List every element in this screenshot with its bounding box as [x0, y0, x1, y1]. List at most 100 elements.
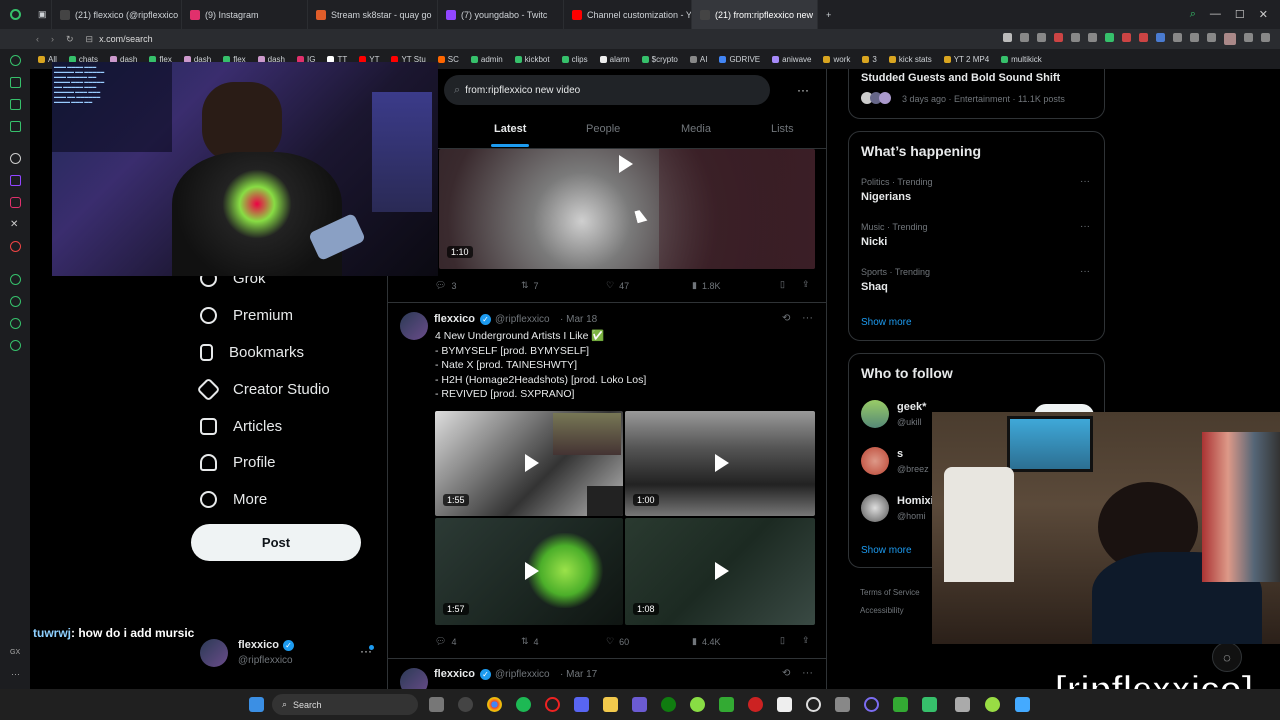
x-icon[interactable]: ✕ — [10, 219, 21, 230]
settings-icon[interactable] — [10, 340, 21, 351]
nav-bookmarks[interactable]: Bookmarks — [200, 344, 304, 361]
sidebar-app-icon[interactable] — [10, 318, 21, 329]
nav-profile[interactable]: Profile — [200, 454, 276, 471]
app-icon[interactable] — [690, 697, 705, 712]
bookmark-item[interactable]: clips — [561, 55, 588, 64]
bookmark-button[interactable]: ▯ — [780, 279, 785, 290]
avatar[interactable] — [861, 447, 889, 475]
puzzle-icon[interactable] — [1207, 33, 1216, 42]
trend-card[interactable]: Studded Guests and Bold Sound Shift 3 da… — [848, 69, 1105, 119]
more-dots-icon[interactable]: ··· — [11, 669, 20, 679]
browser-logo-icon[interactable] — [0, 0, 30, 29]
show-more-link[interactable]: Show more — [861, 317, 912, 328]
bookmark-item[interactable]: SC — [437, 55, 459, 64]
tweet-author-handle[interactable]: @ripflexxico — [495, 669, 550, 680]
trend-name[interactable]: Shaq — [861, 281, 888, 293]
app-icon[interactable] — [748, 697, 763, 712]
app-icon[interactable] — [835, 697, 850, 712]
maximize-icon[interactable]: ☐ — [1235, 8, 1245, 21]
menu-icon[interactable] — [1261, 33, 1270, 42]
like-button[interactable]: ♡ 60 — [606, 636, 629, 647]
app-icon[interactable] — [864, 697, 879, 712]
video-thumbnail[interactable]: 1:08 — [625, 518, 815, 625]
avatar[interactable] — [861, 494, 889, 522]
reply-button[interactable]: 💬︎ 4 — [435, 636, 456, 647]
bookmark-item[interactable]: kick stats — [888, 55, 932, 64]
extension-icon[interactable] — [1088, 33, 1097, 42]
follow-name[interactable]: s — [897, 448, 903, 460]
avatar[interactable] — [1224, 33, 1236, 45]
share-button[interactable]: ⇪ — [802, 635, 810, 646]
sidebar-app-icon[interactable] — [10, 99, 21, 110]
app-icon[interactable] — [719, 697, 734, 712]
avatar[interactable] — [200, 639, 228, 667]
tweet-author-handle[interactable]: @ripflexxico — [495, 314, 550, 325]
video-thumbnail[interactable]: 1:57 — [435, 518, 623, 625]
play-icon[interactable] — [525, 454, 539, 472]
play-icon[interactable] — [1071, 33, 1080, 42]
tweet-more-icon[interactable]: ··· — [802, 312, 813, 324]
bookmark-button[interactable]: ▯ — [780, 635, 785, 646]
spotify-icon[interactable] — [516, 697, 531, 712]
nav-articles[interactable]: Articles — [200, 418, 282, 435]
settings-icon[interactable] — [458, 697, 473, 712]
extension-icon[interactable] — [1156, 33, 1165, 42]
play-icon[interactable] — [619, 155, 633, 173]
trend-name[interactable]: Nigerians — [861, 191, 911, 203]
extension-icon[interactable] — [1173, 33, 1182, 42]
instagram-icon[interactable] — [10, 197, 21, 208]
zoom-icon[interactable] — [1003, 33, 1012, 42]
extension-icon[interactable] — [1122, 33, 1131, 42]
tab-3[interactable]: (7) youngdabo - Twitc — [438, 0, 564, 29]
chrome-icon[interactable] — [487, 697, 502, 712]
new-tab-button[interactable]: + — [818, 0, 838, 29]
youtube-icon[interactable] — [10, 241, 21, 252]
play-icon[interactable] — [525, 562, 539, 580]
bookmark-item[interactable]: $crypto — [641, 55, 678, 64]
nav-creator-studio[interactable]: Creator Studio — [196, 377, 330, 402]
openai-icon[interactable] — [10, 153, 21, 164]
reload-icon[interactable]: ↻ — [66, 34, 74, 45]
app-icon[interactable] — [1015, 697, 1030, 712]
minimize-icon[interactable]: — — [1210, 8, 1221, 21]
twitch-icon[interactable] — [10, 175, 21, 186]
gx-icon[interactable]: GX — [10, 649, 20, 656]
tab-1[interactable]: (9) Instagram — [182, 0, 308, 29]
tab-manager-icon[interactable]: ▣ — [30, 0, 52, 29]
extension-icon[interactable] — [1139, 33, 1148, 42]
download-icon[interactable] — [1244, 33, 1253, 42]
back-icon[interactable]: ‹ — [36, 34, 39, 44]
close-icon[interactable]: ✕ — [1259, 8, 1268, 21]
tweet-date[interactable]: · Mar 17 — [560, 669, 597, 680]
bookmark-item[interactable]: YT 2 MP4 — [943, 55, 989, 64]
repost-button[interactable]: ⇅ 4 — [521, 636, 539, 647]
nav-premium[interactable]: Premium — [200, 307, 293, 324]
bookmark-item[interactable]: AI — [689, 55, 707, 64]
like-button[interactable]: ♡ 47 — [606, 280, 629, 291]
search-options-icon[interactable]: ··· — [797, 83, 809, 97]
sidebar-app-icon[interactable] — [10, 55, 21, 66]
openai-icon[interactable] — [806, 697, 821, 712]
follow-name[interactable]: geek* — [897, 401, 926, 413]
sidebar-app-icon[interactable] — [10, 274, 21, 285]
grok-icon[interactable]: ⟲ — [782, 313, 790, 324]
app-icon[interactable] — [922, 697, 937, 712]
reply-button[interactable]: 💬︎ 3 — [435, 280, 456, 291]
video-player[interactable]: 1:10 — [439, 149, 815, 269]
tweet-more-icon[interactable]: ··· — [802, 667, 813, 679]
tweet-date[interactable]: · Mar 18 — [560, 314, 597, 325]
bookmark-item[interactable]: 3 — [862, 55, 877, 64]
tweet-author-name[interactable]: flexxico — [434, 313, 475, 325]
sidebar-app-icon[interactable] — [10, 121, 21, 132]
bookmark-item[interactable]: work — [823, 55, 850, 64]
play-icon[interactable] — [715, 454, 729, 472]
tab-0[interactable]: (21) flexxico (@ripflexxico — [52, 0, 182, 29]
screenshot-icon[interactable] — [1037, 33, 1046, 42]
app-icon[interactable] — [985, 697, 1000, 712]
nav-more[interactable]: More — [200, 491, 267, 508]
video-thumbnail[interactable]: 1:00 — [625, 411, 815, 516]
play-icon[interactable] — [715, 562, 729, 580]
video-thumbnail[interactable]: 1:55 — [435, 411, 623, 516]
repost-button[interactable]: ⇅ 7 — [521, 280, 539, 291]
avatar[interactable] — [400, 312, 428, 340]
